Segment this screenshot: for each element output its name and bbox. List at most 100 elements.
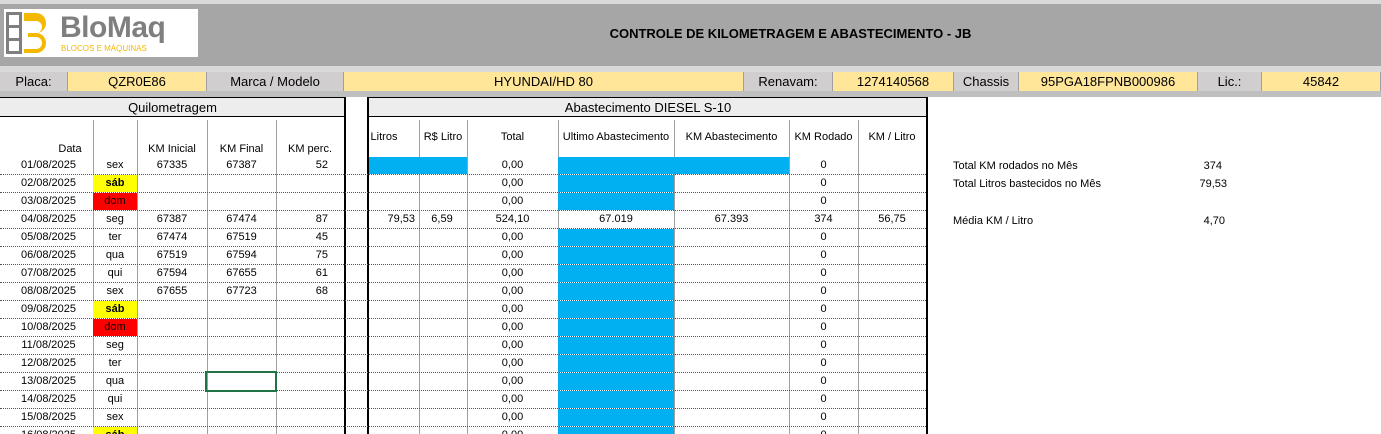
cell-total[interactable]: 0,00 — [467, 265, 558, 282]
cell-km-final[interactable] — [207, 391, 276, 408]
cell-ultimo[interactable] — [558, 427, 674, 434]
cell-km-abastecimento[interactable] — [674, 247, 789, 264]
cell-ultimo[interactable]: 67.019 — [558, 211, 674, 228]
cell-km-inicial[interactable]: 67519 — [137, 247, 207, 264]
cell-km-litro[interactable]: 56,75 — [858, 211, 926, 228]
cell-km-litro[interactable] — [858, 247, 926, 264]
cell-date[interactable]: 03/08/2025 — [4, 193, 93, 210]
cell-total[interactable]: 0,00 — [467, 283, 558, 300]
lic-value[interactable]: 45842 — [1262, 72, 1381, 91]
cell-km-final[interactable]: 67474 — [207, 211, 276, 228]
cell-rs-litro[interactable] — [419, 427, 465, 434]
cell-km-perc[interactable]: 75 — [276, 247, 328, 264]
cell-km-abastecimento[interactable] — [674, 355, 789, 372]
cell-km-perc[interactable]: 87 — [276, 211, 328, 228]
cell-litros[interactable] — [369, 193, 415, 210]
cell-km-abastecimento[interactable] — [674, 391, 789, 408]
cell-date[interactable]: 14/08/2025 — [4, 391, 93, 408]
cell-km-abastecimento[interactable] — [674, 373, 789, 390]
cell-day[interactable]: sáb — [93, 175, 137, 192]
cell-ultimo[interactable] — [558, 229, 674, 246]
cell-litros[interactable] — [369, 355, 415, 372]
selected-cell[interactable] — [205, 371, 277, 392]
cell-date[interactable]: 12/08/2025 — [4, 355, 93, 372]
cell-km-rodado[interactable]: 0 — [789, 247, 858, 264]
cell-day[interactable]: dom — [93, 193, 137, 210]
cell-km-rodado[interactable]: 0 — [789, 265, 858, 282]
cell-litros[interactable] — [369, 391, 415, 408]
cell-litros[interactable] — [369, 427, 415, 434]
cell-ultimo[interactable] — [558, 373, 674, 390]
cell-day[interactable]: qua — [93, 373, 137, 390]
cell-km-inicial[interactable] — [137, 175, 207, 192]
cell-km-litro[interactable] — [858, 427, 926, 434]
cell-km-litro[interactable] — [858, 283, 926, 300]
cell-rs-litro[interactable] — [419, 301, 465, 318]
cell-litros[interactable] — [369, 229, 415, 246]
cell-litros[interactable] — [369, 301, 415, 318]
cell-litros[interactable] — [369, 283, 415, 300]
cell-km-inicial[interactable] — [137, 391, 207, 408]
cell-day[interactable]: qui — [93, 391, 137, 408]
cell-km-rodado[interactable]: 0 — [789, 355, 858, 372]
cell-ultimo[interactable] — [558, 265, 674, 282]
cell-total[interactable]: 0,00 — [467, 409, 558, 426]
cell-date[interactable]: 04/08/2025 — [4, 211, 93, 228]
cell-km-final[interactable]: 67655 — [207, 265, 276, 282]
cell-km-inicial[interactable] — [137, 337, 207, 354]
cell-km-litro[interactable] — [858, 409, 926, 426]
cell-km-litro[interactable] — [858, 301, 926, 318]
cell-km-final[interactable] — [207, 337, 276, 354]
cell-km-rodado[interactable]: 0 — [789, 337, 858, 354]
cell-km-litro[interactable] — [858, 391, 926, 408]
cell-total[interactable]: 0,00 — [467, 175, 558, 192]
cell-ultimo[interactable] — [558, 391, 674, 408]
cell-ultimo[interactable] — [558, 157, 674, 174]
cell-km-rodado[interactable]: 0 — [789, 409, 858, 426]
cell-rs-litro[interactable] — [419, 265, 465, 282]
marca-value[interactable]: HYUNDAI/HD 80 — [344, 72, 744, 91]
cell-total[interactable]: 0,00 — [467, 355, 558, 372]
cell-rs-litro[interactable]: 6,59 — [419, 211, 465, 228]
cell-date[interactable]: 01/08/2025 — [4, 157, 93, 174]
cell-km-inicial[interactable] — [137, 427, 207, 434]
cell-total[interactable]: 0,00 — [467, 301, 558, 318]
cell-km-final[interactable] — [207, 409, 276, 426]
cell-ultimo[interactable] — [558, 319, 674, 336]
cell-km-litro[interactable] — [858, 355, 926, 372]
cell-ultimo[interactable] — [558, 337, 674, 354]
cell-km-final[interactable] — [207, 301, 276, 318]
cell-rs-litro[interactable] — [419, 157, 467, 174]
cell-date[interactable]: 06/08/2025 — [4, 247, 93, 264]
cell-litros[interactable] — [369, 157, 419, 174]
cell-km-abastecimento[interactable]: 67.393 — [674, 211, 789, 228]
cell-km-inicial[interactable]: 67387 — [137, 211, 207, 228]
cell-km-rodado[interactable]: 0 — [789, 391, 858, 408]
cell-total[interactable]: 524,10 — [467, 211, 558, 228]
cell-km-inicial[interactable] — [137, 301, 207, 318]
cell-km-rodado[interactable]: 374 — [789, 211, 858, 228]
cell-km-perc[interactable] — [276, 409, 328, 426]
cell-km-litro[interactable] — [858, 175, 926, 192]
cell-km-abastecimento[interactable] — [674, 265, 789, 282]
cell-km-rodado[interactable]: 0 — [789, 427, 858, 434]
cell-litros[interactable]: 79,53 — [369, 211, 415, 228]
cell-date[interactable]: 16/08/2025 — [4, 427, 93, 434]
cell-total[interactable]: 0,00 — [467, 319, 558, 336]
cell-ultimo[interactable] — [558, 355, 674, 372]
cell-rs-litro[interactable] — [419, 391, 465, 408]
cell-km-perc[interactable] — [276, 193, 328, 210]
chassis-value[interactable]: 95PGA18FPNB000986 — [1019, 72, 1198, 91]
cell-date[interactable]: 13/08/2025 — [4, 373, 93, 390]
cell-ultimo[interactable] — [558, 247, 674, 264]
cell-total[interactable]: 0,00 — [467, 373, 558, 390]
cell-day[interactable]: ter — [93, 355, 137, 372]
cell-litros[interactable] — [369, 247, 415, 264]
cell-km-abastecimento[interactable] — [674, 427, 789, 434]
cell-km-litro[interactable] — [858, 373, 926, 390]
cell-rs-litro[interactable] — [419, 229, 465, 246]
cell-km-final[interactable] — [207, 193, 276, 210]
cell-km-litro[interactable] — [858, 229, 926, 246]
cell-km-abastecimento[interactable] — [674, 175, 789, 192]
cell-km-abastecimento[interactable] — [674, 337, 789, 354]
